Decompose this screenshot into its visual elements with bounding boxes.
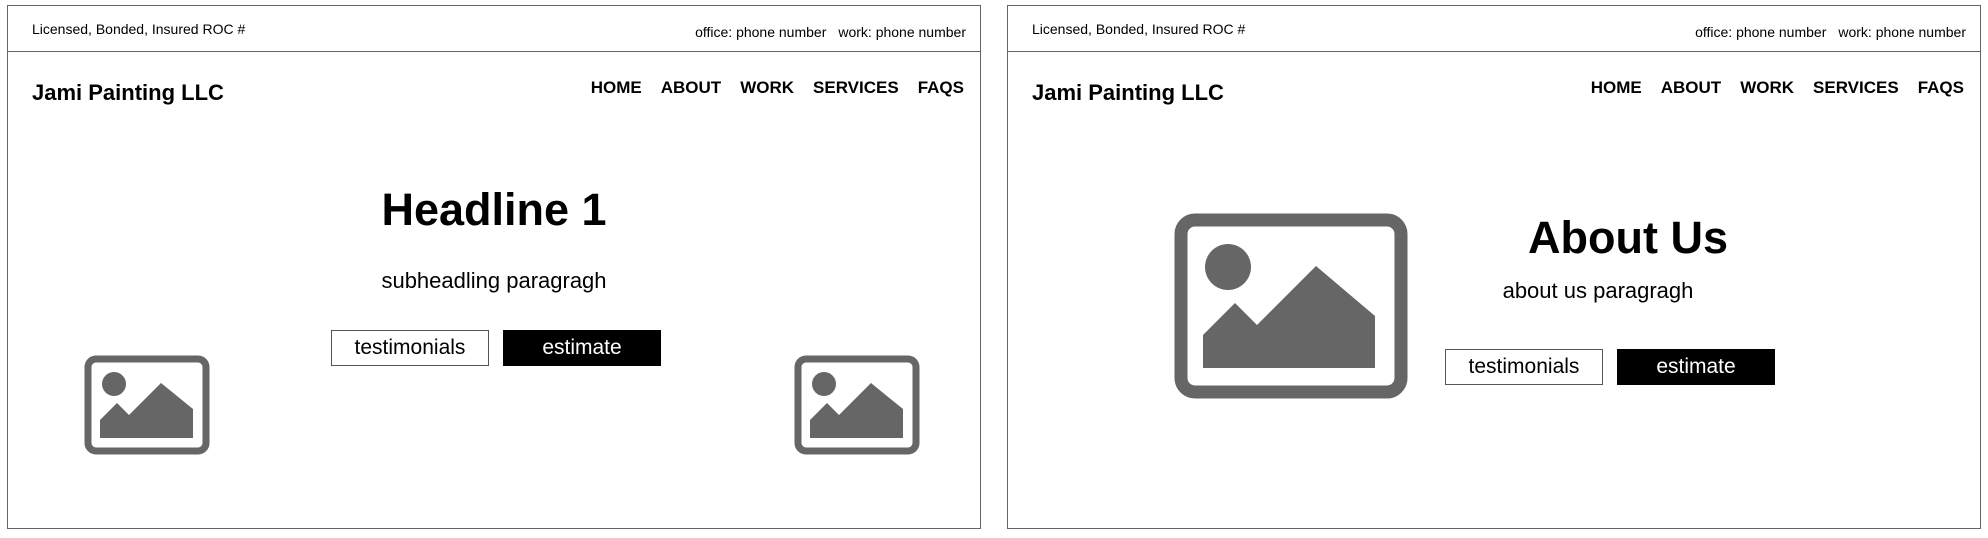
testimonials-button[interactable]: testimonials bbox=[331, 330, 489, 366]
estimate-button[interactable]: estimate bbox=[1617, 349, 1775, 385]
header: Jami Painting LLC HOME ABOUT WORK SERVIC… bbox=[1008, 52, 1980, 124]
nav-work[interactable]: WORK bbox=[1740, 78, 1794, 98]
top-info-bar: Licensed, Bonded, Insured ROC # office: … bbox=[1008, 6, 1980, 52]
wireframe-about: Licensed, Bonded, Insured ROC # office: … bbox=[1007, 5, 1981, 529]
office-phone[interactable]: office: phone number bbox=[1695, 24, 1826, 40]
nav-faqs[interactable]: FAQS bbox=[1918, 78, 1964, 98]
image-placeholder-icon bbox=[794, 355, 920, 455]
about-title: About Us bbox=[1528, 212, 1728, 263]
site-logo[interactable]: Jami Painting LLC bbox=[32, 80, 224, 106]
about-paragraph: about us paragragh bbox=[1502, 278, 1694, 303]
image-placeholder-icon bbox=[84, 355, 210, 455]
nav-home[interactable]: HOME bbox=[591, 78, 642, 98]
office-phone[interactable]: office: phone number bbox=[695, 24, 826, 40]
work-phone[interactable]: work: phone number bbox=[838, 24, 966, 40]
license-text: Licensed, Bonded, Insured ROC # bbox=[1032, 20, 1246, 37]
image-placeholder-icon bbox=[1174, 213, 1408, 399]
work-phone[interactable]: work: phone number bbox=[1838, 24, 1966, 40]
site-logo[interactable]: Jami Painting LLC bbox=[1032, 80, 1224, 106]
nav-work[interactable]: WORK bbox=[740, 78, 794, 98]
nav-faqs[interactable]: FAQS bbox=[918, 78, 964, 98]
license-text: Licensed, Bonded, Insured ROC # bbox=[32, 20, 246, 37]
contact-info: office: phone number work: phone number bbox=[695, 24, 966, 40]
nav-home[interactable]: HOME bbox=[1591, 78, 1642, 98]
nav-services[interactable]: SERVICES bbox=[1813, 78, 1899, 98]
nav-about[interactable]: ABOUT bbox=[1661, 78, 1721, 98]
main-nav: HOME ABOUT WORK SERVICES FAQS bbox=[591, 78, 964, 98]
nav-about[interactable]: ABOUT bbox=[661, 78, 721, 98]
wireframe-home: Licensed, Bonded, Insured ROC # office: … bbox=[7, 5, 981, 529]
header: Jami Painting LLC HOME ABOUT WORK SERVIC… bbox=[8, 52, 980, 124]
top-info-bar: Licensed, Bonded, Insured ROC # office: … bbox=[8, 6, 980, 52]
testimonials-button[interactable]: testimonials bbox=[1445, 349, 1603, 385]
nav-services[interactable]: SERVICES bbox=[813, 78, 899, 98]
hero-subheading: subheadling paragragh bbox=[381, 268, 607, 293]
contact-info: office: phone number work: phone number bbox=[1695, 24, 1966, 40]
hero-headline: Headline 1 bbox=[381, 184, 607, 235]
main-nav: HOME ABOUT WORK SERVICES FAQS bbox=[1591, 78, 1964, 98]
estimate-button[interactable]: estimate bbox=[503, 330, 661, 366]
